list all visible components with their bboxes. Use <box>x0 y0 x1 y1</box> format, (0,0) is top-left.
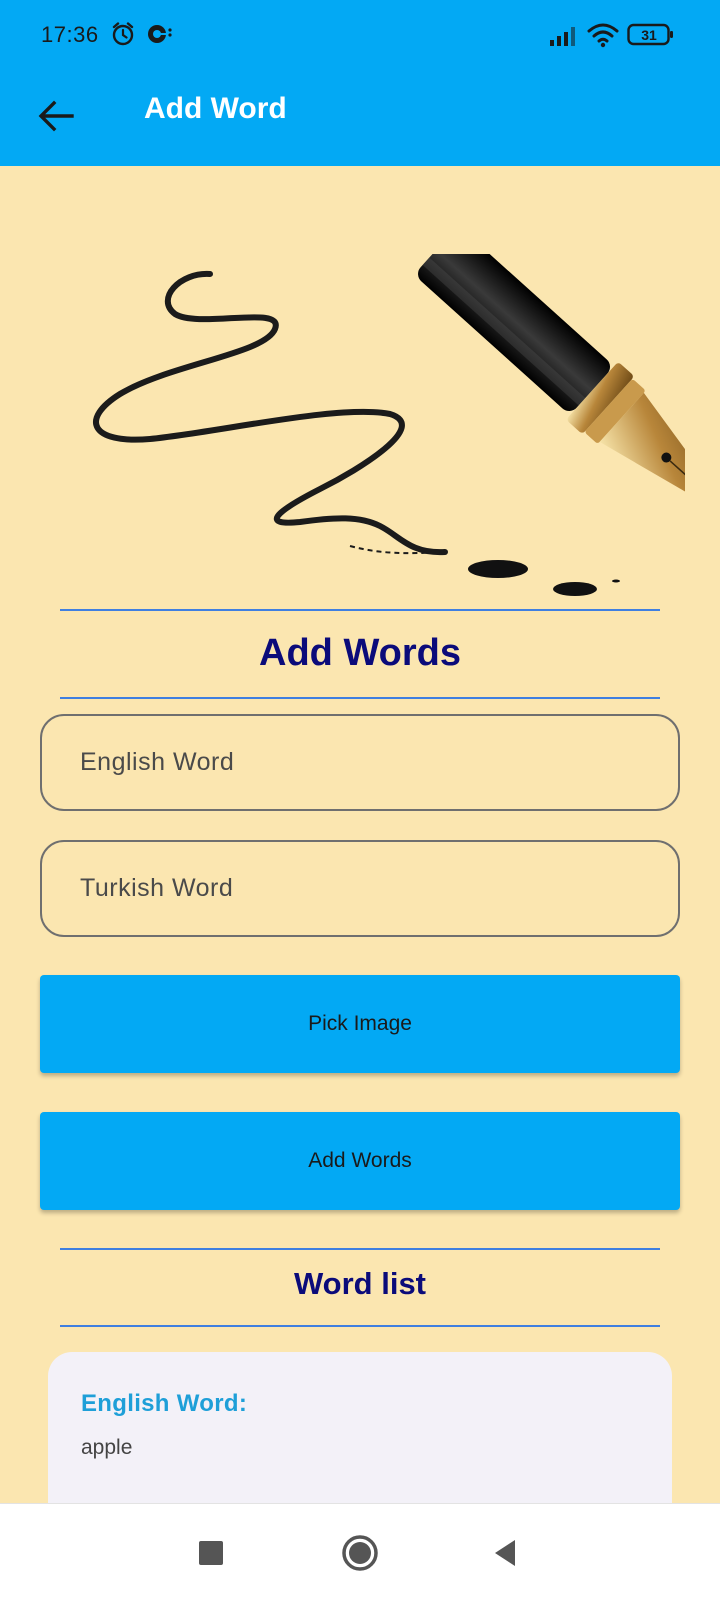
turkish-word-field[interactable] <box>40 840 680 937</box>
heading-divider-top <box>60 609 660 611</box>
signal-icon <box>549 23 579 52</box>
english-word-field[interactable] <box>40 714 680 811</box>
app-bar-title: Add Word <box>144 92 287 125</box>
list-divider-top <box>60 1248 660 1250</box>
recents-square-icon <box>199 1541 223 1565</box>
alarm-icon <box>110 20 136 53</box>
english-word-input[interactable] <box>80 716 640 809</box>
pick-image-button[interactable]: Pick Image <box>40 975 680 1073</box>
english-word-label: English Word: <box>81 1390 248 1417</box>
turkish-word-input[interactable] <box>80 842 640 935</box>
heading-divider-bottom <box>60 697 660 699</box>
fountain-pen-illustration <box>60 229 720 604</box>
list-divider-bottom <box>60 1325 660 1327</box>
nav-back-button[interactable] <box>483 1530 529 1576</box>
word-list-heading: Word list <box>293 1266 427 1301</box>
add-words-heading: Add Words <box>259 632 461 674</box>
sync-notification-icon <box>145 20 175 53</box>
add-words-button[interactable]: Add Words <box>40 1112 680 1210</box>
home-button[interactable] <box>337 1530 383 1576</box>
wifi-icon <box>587 22 619 53</box>
status-bar: 17:36 31 <box>0 0 720 70</box>
status-time: 17:36 <box>41 22 99 47</box>
app-bar: Add Word <box>0 70 720 166</box>
recents-button[interactable] <box>188 1530 234 1576</box>
back-button[interactable] <box>32 92 80 140</box>
arrow-back-icon <box>38 100 74 132</box>
word-card[interactable]: English Word: apple <box>48 1352 672 1503</box>
system-nav-bar <box>0 1503 720 1600</box>
home-circle-icon <box>342 1535 378 1571</box>
back-triangle-icon <box>495 1540 515 1566</box>
battery-level: 31 <box>641 27 657 43</box>
english-word-value: apple <box>81 1436 133 1459</box>
main-content[interactable]: Add Words Pick Image Add Words Word list… <box>0 166 720 1503</box>
